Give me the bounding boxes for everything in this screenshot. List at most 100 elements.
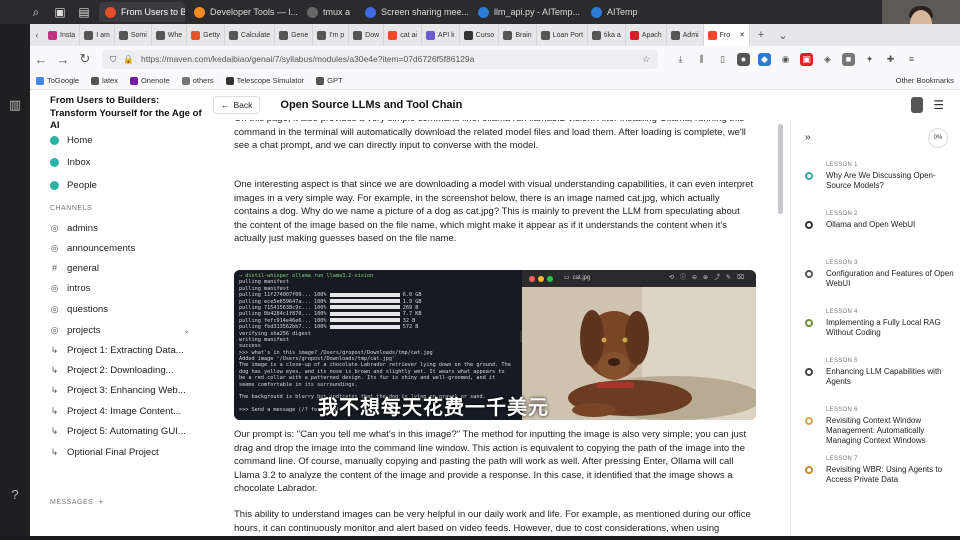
browser-tab[interactable]: Insta (44, 24, 81, 46)
close-tab-icon[interactable]: ✕ (739, 31, 745, 39)
browser-tab[interactable]: Loan Port (537, 24, 589, 46)
content-scrollbar[interactable] (778, 124, 783, 524)
bookmark-item[interactable]: Onenote (124, 76, 176, 85)
chevron-down-icon[interactable]: ⌄ (183, 326, 190, 335)
sidebar-toggle-icon[interactable]: ▣ (48, 0, 72, 24)
puzzle-icon[interactable]: ✚ (884, 53, 897, 66)
channel-intros[interactable]: ◎ intros (50, 280, 190, 296)
help-icon[interactable]: ? (6, 486, 24, 504)
subitem-arrow-icon: ↳ (50, 385, 59, 396)
bookmark-item[interactable]: latex (85, 76, 124, 85)
bookmark-item[interactable]: ToGoogle (30, 76, 85, 85)
project-item[interactable]: ↳ Project 5: Automating GUI... (50, 424, 190, 440)
extension-icon-4[interactable]: ◈ (821, 53, 834, 66)
new-tab-icon[interactable]: + (750, 29, 772, 41)
browser-tab[interactable]: Whe (152, 24, 188, 46)
browser-tab[interactable]: cat ai (384, 24, 422, 46)
add-message-icon[interactable]: + (98, 497, 104, 507)
download-icon[interactable]: ⤓ (674, 53, 687, 66)
lesson-number: LESSON 2 (826, 211, 858, 217)
channel-general[interactable]: # general (50, 260, 190, 276)
bookmark-favicon-icon (316, 76, 325, 85)
menu-icon[interactable]: ≡ (905, 53, 918, 66)
browser-tab[interactable]: I am (80, 24, 115, 46)
os-tab[interactable]: From Users to Build... (99, 2, 185, 22)
apple-icon[interactable] (0, 0, 24, 24)
nav-people-label: People (67, 179, 97, 191)
collapse-panel-icon[interactable]: » (805, 132, 811, 143)
extension-icon-5[interactable]: ■ (842, 52, 855, 66)
os-tab[interactable]: AITemp (585, 2, 644, 22)
extension-icon[interactable]: ● (737, 52, 750, 66)
channel-announcements[interactable]: ◎ announcements (50, 240, 190, 256)
bookmark-item[interactable]: others (176, 76, 220, 85)
os-tab[interactable]: llm_api.py - AITemp... (472, 2, 582, 22)
zoom-window-icon[interactable] (547, 275, 553, 282)
project-item[interactable]: ↳ Project 4: Image Content... (50, 403, 190, 419)
bookmark-star-icon[interactable]: ☆ (642, 54, 650, 65)
browser-tab[interactable]: Curso (460, 24, 500, 46)
channel-projects[interactable]: ◎ projects ⌄ (50, 322, 190, 338)
forward-arrow-icon[interactable]: → (52, 52, 74, 67)
hamburger-menu-icon[interactable]: ☰ (933, 98, 944, 112)
minimize-window-icon[interactable] (538, 275, 544, 282)
browser-tab[interactable]: Calculate (225, 24, 276, 46)
browser-tab[interactable]: I'm p (313, 24, 350, 46)
nav-inbox[interactable]: Inbox (50, 154, 190, 170)
bookmark-label: GPT (327, 76, 343, 85)
extension-icon-6[interactable]: ✦ (863, 53, 876, 66)
channel-admins[interactable]: ◎ admins (50, 220, 190, 236)
project-item[interactable]: ↳ Project 3: Enhancing Web... (50, 383, 190, 399)
browser-tab-label: Dow (365, 31, 380, 39)
channel-questions[interactable]: ◎ questions (50, 301, 190, 317)
lesson-title: Revisiting Context Window Management: Au… (826, 416, 926, 445)
search-icon[interactable]: ⌕ (24, 0, 48, 24)
app-grid-icon[interactable]: ▥ (6, 96, 24, 114)
browser-tab[interactable]: Getty (187, 24, 225, 46)
extension-icon-2[interactable]: ◆ (758, 52, 771, 66)
tab-overview-icon[interactable]: ▤ (72, 0, 96, 24)
browser-tab[interactable]: Gene (275, 24, 314, 46)
project-item[interactable]: ↳ Project 2: Downloading... (50, 362, 190, 378)
os-tab[interactable]: tmux a (301, 2, 356, 22)
tab-favicon-icon (707, 30, 717, 40)
browser-tab[interactable]: Dow (349, 24, 385, 46)
address-field[interactable]: ⛉ 🔒 https://maven.com/kedaibiao/genai/7/… (102, 49, 658, 69)
library-icon[interactable]: ⫼ (695, 53, 708, 66)
browser-tab[interactable]: Apach (626, 24, 667, 46)
os-tab[interactable]: Screen sharing mee... (359, 2, 469, 22)
browser-tab[interactable]: Somi (115, 24, 152, 46)
os-tab[interactable]: Developer Tools — l... (188, 2, 298, 22)
os-tab-bar: ⌕ ▣ ▤ From Users to Build... Developer To… (0, 0, 960, 24)
browser-tab[interactable]: Fro ✕ (703, 24, 750, 46)
bookmark-item[interactable]: Telescope Simulator (220, 76, 311, 85)
viewer-tool-icons[interactable]: ⟲ⓘ⊖⊕⤴✎⌧ (669, 272, 756, 286)
extension-icon-3[interactable]: ◉ (779, 53, 792, 66)
project-item[interactable]: ↳ Project 1: Extracting Data... (50, 342, 190, 358)
back-arrow-icon[interactable]: ← (30, 52, 52, 67)
nav-home[interactable]: Home (50, 132, 190, 148)
bookmark-item[interactable]: GPT (310, 76, 348, 85)
avatar[interactable] (911, 97, 924, 113)
maven-page: From Users to Builders: Transform Yourse… (30, 90, 960, 536)
browser-tab-label: Apach (641, 31, 662, 39)
tab-list-icon[interactable]: ⌄ (772, 29, 794, 42)
browser-tab[interactable]: Brain (499, 24, 537, 46)
download-size: 6.0 GB (402, 292, 422, 299)
back-button[interactable]: ← Back (213, 96, 261, 114)
lesson-status-icon (805, 319, 813, 327)
tab-scroll-left-icon[interactable]: ‹ (30, 30, 44, 40)
browser-tab[interactable]: Admi (667, 24, 704, 46)
subitem-arrow-icon: ↳ (50, 364, 59, 375)
other-bookmarks[interactable]: Other Bookmarks (890, 76, 960, 85)
sidebar-icon[interactable]: ▭ (564, 272, 570, 286)
nav-people[interactable]: People (50, 177, 190, 193)
project-item[interactable]: ↳ Optional Final Project (50, 444, 190, 460)
browser-tab[interactable]: API k (422, 24, 460, 46)
reload-icon[interactable]: ↻ (74, 51, 96, 67)
close-window-icon[interactable] (529, 275, 535, 282)
content-scroll-thumb[interactable] (778, 124, 783, 214)
reader-icon[interactable]: ▯ (716, 53, 729, 66)
browser-tab[interactable]: tika a (588, 24, 626, 46)
adblock-icon[interactable]: ▣ (800, 52, 813, 66)
